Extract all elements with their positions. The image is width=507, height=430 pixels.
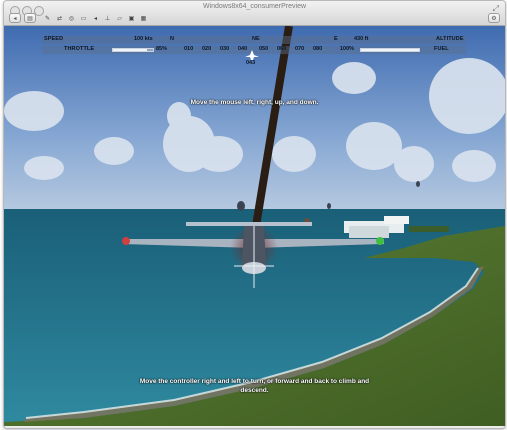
- folder-icon[interactable]: ▱: [114, 13, 125, 23]
- compass-letter-e: E: [334, 36, 338, 42]
- camera-icon[interactable]: ▣: [126, 13, 137, 23]
- throttle-value: 85%: [156, 46, 168, 52]
- fuel-value: 100%: [340, 46, 355, 52]
- compass-tick-020: 020: [202, 46, 212, 52]
- compass-letter-n: N: [170, 36, 174, 42]
- instruction-top: Move the mouse left, right, up, and down…: [190, 99, 319, 106]
- sidebar-icon: ▤: [27, 15, 33, 22]
- instruction-bottom-line1: Move the controller right and left to tu…: [139, 378, 370, 385]
- fuel-label: FUEL: [434, 46, 449, 52]
- display-icon[interactable]: ▦: [138, 13, 149, 23]
- speed-label: SPEED: [44, 36, 64, 42]
- altitude-value: 430 ft: [354, 36, 369, 42]
- compass-tick-080: 080: [313, 46, 323, 52]
- vm-window: Windows8x64_consumerPreview ⤢ ◂ ▤ ✎ ⇄ ◎ …: [3, 0, 506, 429]
- compass-tick-070: 070: [295, 46, 305, 52]
- network-icon[interactable]: ⇄: [54, 13, 65, 23]
- compass-tick-050: 050: [259, 46, 269, 52]
- sound-icon[interactable]: ◂: [90, 13, 101, 23]
- back-button[interactable]: ◂: [9, 13, 21, 23]
- usb-icon[interactable]: ⊥: [102, 13, 113, 23]
- printer-icon[interactable]: ▭: [78, 13, 89, 23]
- flight-sim-viewport[interactable]: SPEED 100 kts THROTTLE 85% ALTITUDE 430 …: [4, 26, 505, 426]
- window-title: Windows8x64_consumerPreview: [202, 3, 307, 10]
- sidebar-button[interactable]: ▤: [24, 13, 36, 23]
- device-toolbar: ✎ ⇄ ◎ ▭ ◂ ⊥ ▱ ▣ ▦: [42, 13, 190, 23]
- throttle-gauge: [112, 48, 154, 52]
- compass-tick-060: 060: [277, 46, 287, 52]
- back-icon: ◂: [13, 15, 17, 22]
- throttle-label: THROTTLE: [64, 46, 95, 52]
- compass-letter-ne: NE: [252, 36, 260, 42]
- throttle-gauge-fill: [113, 49, 147, 51]
- speed-value: 100 kts: [134, 36, 153, 42]
- compass-tick-010: 010: [184, 46, 194, 52]
- heading-value: 043: [246, 60, 256, 66]
- wrench-icon[interactable]: ✎: [42, 13, 53, 23]
- flight-scene: [4, 26, 505, 426]
- cd-icon[interactable]: ◎: [66, 13, 77, 23]
- title-bar: Windows8x64_consumerPreview ⤢ ◂ ▤ ✎ ⇄ ◎ …: [4, 1, 505, 26]
- instruction-bottom-line2: descend.: [240, 387, 269, 394]
- plane-heading-icon: [245, 50, 259, 60]
- settings-icon: ⚙: [491, 15, 497, 22]
- fuel-gauge-fill: [361, 49, 419, 51]
- settings-button[interactable]: ⚙: [488, 13, 500, 23]
- fuel-gauge: [360, 48, 420, 52]
- compass-tick-030: 030: [220, 46, 230, 52]
- altitude-label: ALTITUDE: [436, 36, 464, 42]
